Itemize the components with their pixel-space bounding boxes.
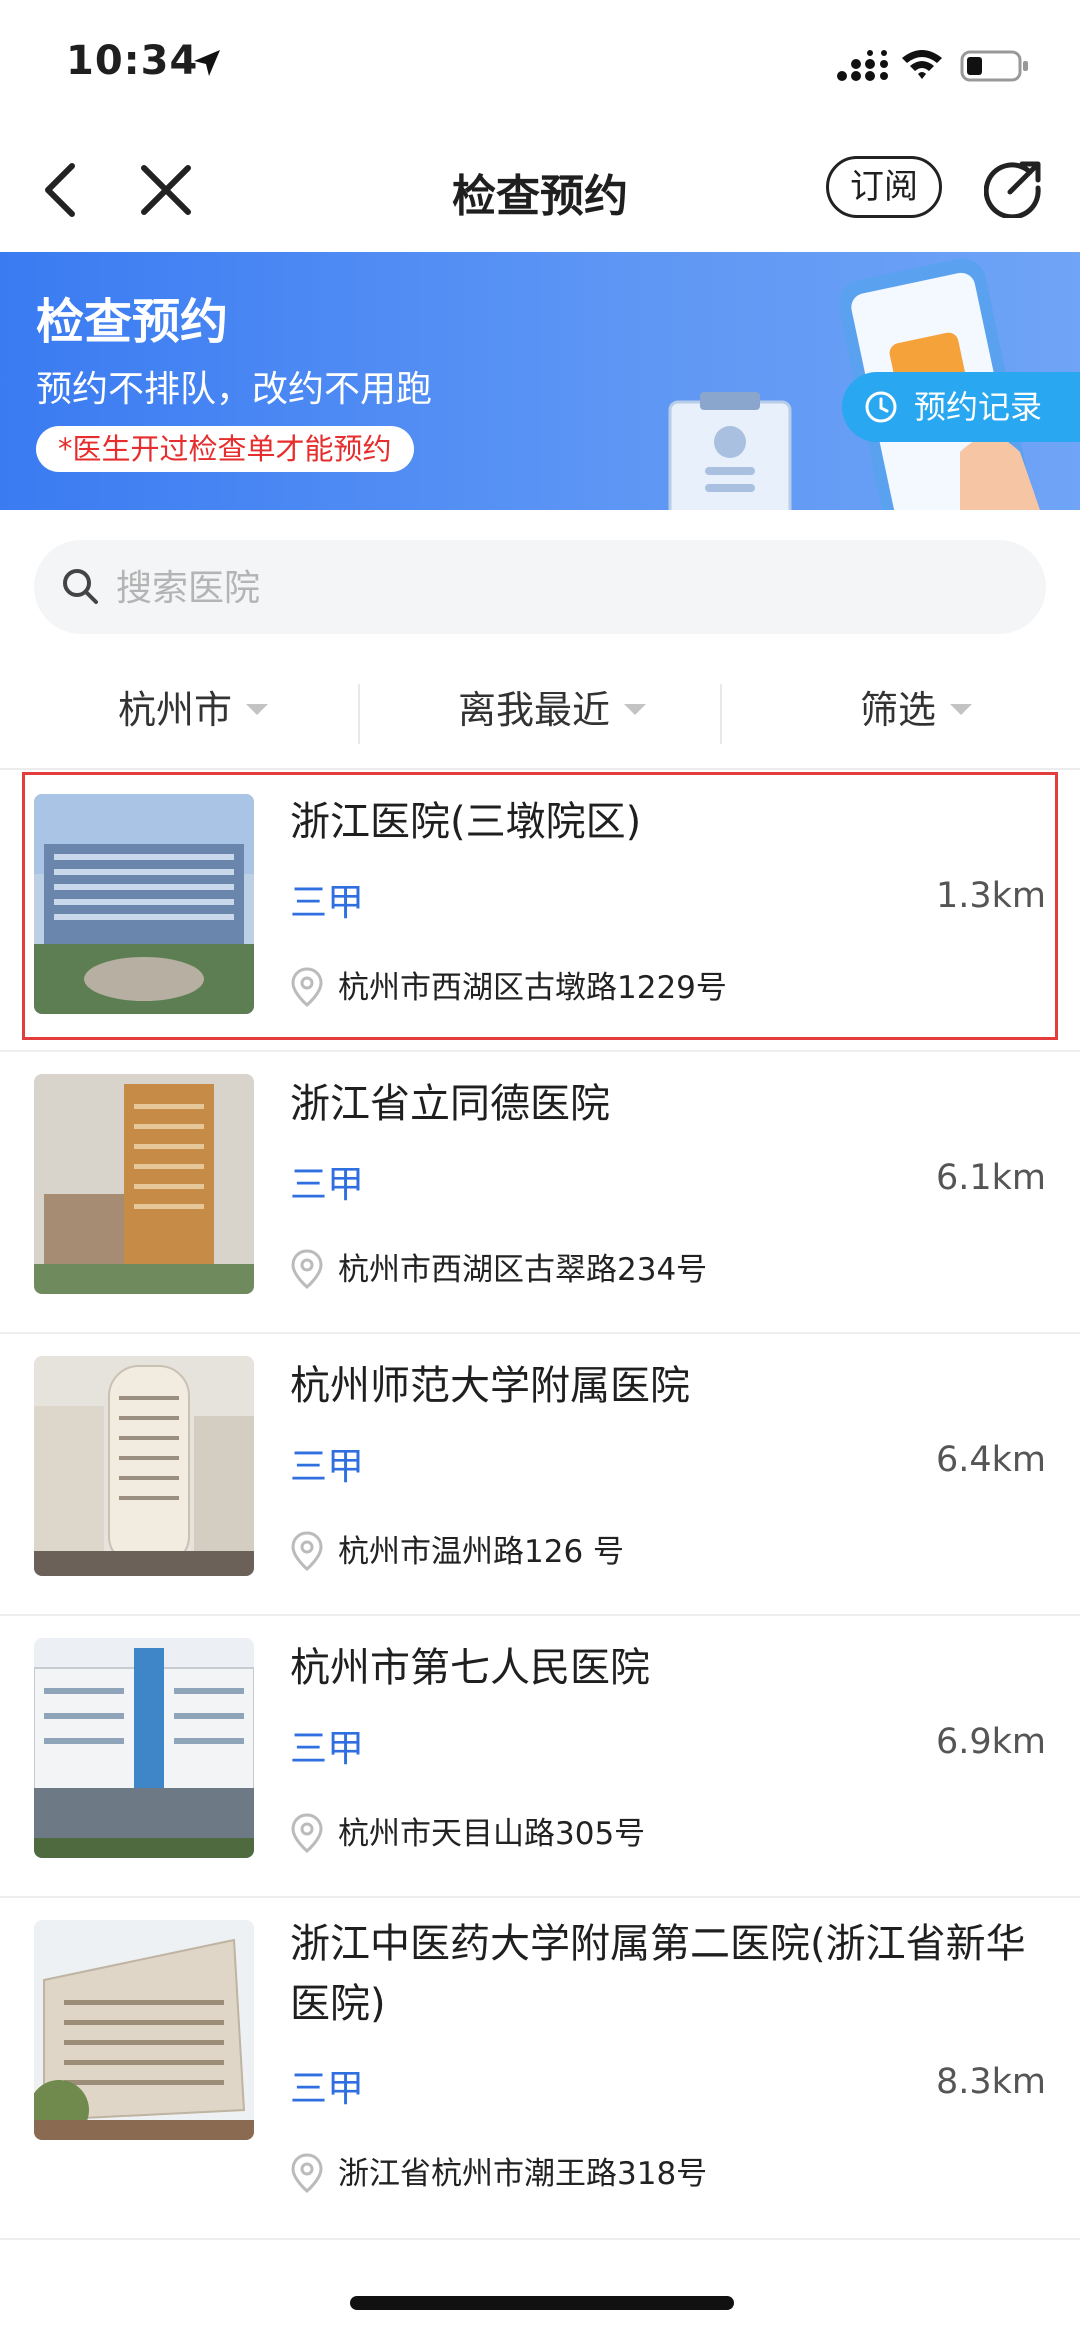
appointment-record-button[interactable]: 预约记录 (842, 372, 1080, 442)
hospital-name: 浙江医院(三墩院区) (290, 799, 642, 845)
location-pin-icon (291, 1248, 323, 1289)
banner-note: *医生开过检查单才能预约 (36, 426, 414, 472)
hospital-address: 浙江省杭州市潮王路318号 (338, 2156, 708, 2192)
hospital-photo (34, 1638, 254, 1858)
filter-city[interactable]: 杭州市 (118, 680, 269, 740)
hospital-name: 浙江中医药大学附属第二医院(浙江省新华医院) (290, 1921, 1026, 2027)
hospital-grade: 三甲 (290, 1445, 364, 1488)
nav-bar: 检查预约 订阅 (0, 130, 1080, 252)
hospital-address: 杭州市西湖区古墩路1229号 (338, 970, 727, 1006)
hospital-list-item[interactable]: 浙江中医药大学附属第二医院(浙江省新华医院) 三甲 8.3km 浙江省杭州市潮王… (0, 1898, 1080, 2240)
filter-bar: 杭州市 离我最近 筛选 (0, 660, 1080, 770)
filter-sort[interactable]: 离我最近 (458, 680, 647, 740)
subscribe-button[interactable]: 订阅 (826, 156, 942, 218)
wifi-icon (902, 50, 942, 79)
hospital-distance: 6.1km (935, 1158, 1046, 1198)
hospital-name: 杭州师范大学附属医院 (290, 1363, 690, 1409)
appointment-record-label: 预约记录 (914, 388, 1043, 426)
filter-divider (358, 684, 360, 744)
filter-city-label: 杭州市 (118, 688, 233, 732)
battery-icon (960, 50, 1028, 82)
cellular-signal-icon (837, 50, 888, 81)
filter-more[interactable]: 筛选 (860, 680, 973, 740)
search-bar[interactable] (34, 540, 1046, 636)
hospital-distance: 6.4km (935, 1440, 1046, 1480)
status-bar: 10:34 (0, 0, 1080, 130)
chevron-down-icon (624, 704, 647, 715)
filter-sort-label: 离我最近 (458, 688, 611, 732)
hospital-photo (34, 1356, 254, 1576)
hospital-address: 杭州市温州路126 号 (338, 1534, 625, 1570)
filter-more-label: 筛选 (860, 688, 937, 732)
chevron-down-icon (246, 704, 269, 715)
hospital-photo (34, 1920, 254, 2140)
location-pin-icon (291, 966, 323, 1007)
hospital-address: 杭州市天目山路305号 (338, 1816, 646, 1852)
hospital-grade: 三甲 (290, 881, 364, 924)
promo-banner: 检查预约 预约不排队，改约不用跑 *医生开过检查单才能预约 预约记录 (0, 252, 1080, 510)
clock-icon (865, 391, 897, 423)
filter-divider (720, 684, 722, 744)
hospital-grade: 三甲 (290, 2067, 364, 2110)
hospital-grade: 三甲 (290, 1163, 364, 1206)
banner-title: 检查预约 (36, 294, 229, 350)
search-input[interactable] (114, 540, 1018, 636)
hospital-list-item[interactable]: 浙江省立同德医院 三甲 6.1km 杭州市西湖区古翠路234号 (0, 1052, 1080, 1334)
hospital-list-item[interactable]: 杭州市第七人民医院 三甲 6.9km 杭州市天目山路305号 (0, 1616, 1080, 1898)
hospital-list-item[interactable]: 杭州师范大学附属医院 三甲 6.4km 杭州市温州路126 号 (0, 1334, 1080, 1616)
location-arrow-icon (194, 50, 220, 76)
hospital-photo (34, 794, 254, 1014)
location-pin-icon (291, 1812, 323, 1853)
chevron-down-icon (950, 704, 973, 715)
hospital-list-item[interactable]: 浙江医院(三墩院区) 三甲 1.3km 杭州市西湖区古墩路1229号 (0, 770, 1080, 1052)
share-icon[interactable] (984, 158, 1044, 218)
search-icon (63, 569, 98, 604)
hospital-grade: 三甲 (290, 1727, 364, 1770)
hospital-distance: 1.3km (935, 876, 1046, 916)
hospital-distance: 6.9km (935, 1722, 1046, 1762)
hospital-distance: 8.3km (935, 2062, 1046, 2102)
location-pin-icon (291, 1530, 323, 1571)
hospital-address: 杭州市西湖区古翠路234号 (338, 1252, 708, 1288)
location-pin-icon (291, 2152, 323, 2193)
hospital-name: 杭州市第七人民医院 (290, 1645, 650, 1691)
status-time: 10:34 (66, 38, 199, 84)
hospital-photo (34, 1074, 254, 1294)
hospital-name: 浙江省立同德医院 (290, 1081, 610, 1127)
banner-subtitle: 预约不排队，改约不用跑 (36, 369, 433, 410)
home-indicator[interactable] (350, 2296, 734, 2310)
